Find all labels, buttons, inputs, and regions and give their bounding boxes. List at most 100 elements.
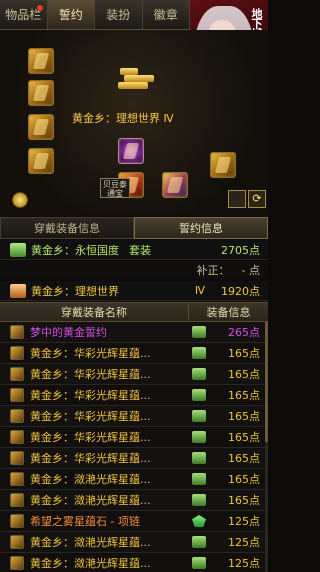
item-name: 黄金乡：潋滟光辉星蕴... — [30, 473, 151, 486]
item-icon — [10, 346, 24, 360]
item-points: 125点 — [228, 557, 260, 570]
item-points: 165点 — [228, 473, 260, 486]
list-item[interactable]: 黄金乡：潋滟光辉星蕴... 125点 — [0, 532, 268, 553]
item-name: 黄金乡：华彩光辉星蕴... — [30, 347, 151, 360]
item-name: 黄金乡：华彩光辉星蕴... — [30, 452, 151, 465]
item-stat-icon — [192, 557, 206, 569]
refresh-button[interactable]: ⟳ — [248, 190, 266, 208]
list-item[interactable]: 梦中的黄金誓约 265点 — [0, 322, 268, 343]
item-name: 黄金乡：潋滟光辉星蕴... — [30, 557, 151, 570]
item-stat-icon — [192, 389, 206, 401]
tab-inventory-label: 物品栏 — [5, 8, 42, 22]
item-stat-icon — [192, 431, 206, 443]
item-stat-icon — [192, 368, 206, 380]
set-name: 黄金乡：永恒国度 — [31, 243, 119, 257]
item-points: 165点 — [228, 368, 260, 381]
item-stat-icon — [192, 515, 206, 527]
item-points: 165点 — [228, 347, 260, 360]
oath-set-title: 黄金乡：理想世界 Ⅳ — [72, 112, 174, 125]
correction-label: 补正： — [196, 264, 230, 277]
item-points: 125点 — [228, 536, 260, 549]
tab-inventory[interactable]: 物品栏 — [0, 0, 48, 29]
scrollbar-thumb[interactable] — [265, 322, 268, 442]
item-icon — [10, 325, 24, 339]
tab-badge[interactable]: 徽章 — [143, 0, 190, 29]
item-stat-icon — [192, 326, 206, 338]
item-points: 165点 — [228, 452, 260, 465]
list-item[interactable]: 黄金乡：华彩光辉星蕴... 165点 — [0, 385, 268, 406]
item-points: 165点 — [228, 494, 260, 507]
item-points: 265点 — [228, 326, 260, 339]
item-stat-icon — [192, 536, 206, 548]
set-orange-icon — [10, 283, 26, 298]
set-name: 黄金乡：理想世界 — [31, 284, 119, 298]
equip-slot-bottom[interactable] — [28, 114, 54, 140]
gold-coin-icon[interactable] — [12, 192, 28, 208]
item-points: 165点 — [228, 389, 260, 402]
info-tabs: 穿戴装备信息 誓约信息 — [0, 217, 268, 239]
oath-equipment-area: 黄金乡：理想世界 Ⅳ 贝豆泰 通宝 ⟳ — [0, 30, 268, 216]
item-icon — [10, 367, 24, 381]
list-item[interactable]: 黄金乡：华彩光辉星蕴... 165点 — [0, 364, 268, 385]
item-stat-icon — [192, 347, 206, 359]
equip-slot-core[interactable] — [118, 138, 144, 164]
list-item[interactable]: 黄金乡：华彩光辉星蕴... 165点 — [0, 343, 268, 364]
item-icon — [10, 409, 24, 423]
item-stat-icon — [192, 494, 206, 506]
tab-oath[interactable]: 誓约 — [47, 0, 95, 29]
correction-row: 补正： - 点 — [0, 261, 268, 279]
title-tag: 贝豆泰 通宝 — [100, 178, 130, 198]
correction-value: - 点 — [241, 264, 260, 277]
item-points: 165点 — [228, 410, 260, 423]
tab-costume-label: 装扮 — [106, 8, 131, 22]
item-points: 165点 — [228, 431, 260, 444]
gold-bars-icon — [118, 68, 154, 92]
item-icon — [10, 514, 24, 528]
list-item[interactable]: 黄金乡：潋滟光辉星蕴... 165点 — [0, 469, 268, 490]
tab-oath-label: 誓约 — [58, 8, 83, 22]
equip-slot-earring[interactable] — [210, 152, 236, 178]
set-points: 2705点 — [221, 243, 260, 257]
set-row-eternal-kingdom: 黄金乡：永恒国度 套装 2705点 — [0, 240, 268, 260]
stat-toggle-button[interactable] — [228, 190, 246, 208]
item-stat-icon — [192, 410, 206, 422]
item-points: 125点 — [228, 515, 260, 528]
equip-slot-belt[interactable] — [28, 148, 54, 174]
list-item[interactable]: 黄金乡：华彩光辉星蕴... 165点 — [0, 448, 268, 469]
item-name: 黄金乡：潋滟光辉星蕴... — [30, 494, 151, 507]
set-green-icon — [10, 242, 26, 257]
item-name: 希望之雾星蕴石 - 项链 — [30, 515, 140, 528]
item-icon — [10, 556, 24, 570]
set-level: Ⅳ — [194, 284, 205, 297]
item-name: 黄金乡：华彩光辉星蕴... — [30, 368, 151, 381]
tab-badge-label: 徽章 — [153, 8, 178, 22]
header-name: 穿戴装备名称 — [61, 306, 127, 319]
list-item[interactable]: 黄金乡：华彩光辉星蕴... 165点 — [0, 427, 268, 448]
list-item[interactable]: 希望之雾星蕴石 - 项链 125点 — [0, 511, 268, 532]
item-stat-icon — [192, 473, 206, 485]
item-stat-icon — [192, 452, 206, 464]
item-icon — [10, 388, 24, 402]
notification-badge — [36, 5, 43, 11]
item-name: 黄金乡：潋滟光辉星蕴... — [30, 536, 151, 549]
equip-slot-shoulder[interactable] — [28, 48, 54, 74]
list-scrollbar[interactable] — [265, 322, 268, 572]
item-icon — [10, 430, 24, 444]
equip-slot-magic-stone[interactable] — [162, 172, 188, 198]
list-item[interactable]: 黄金乡：华彩光辉星蕴... 165点 — [0, 406, 268, 427]
item-name: 黄金乡：华彩光辉星蕴... — [30, 410, 151, 423]
equipment-list-header: 穿戴装备名称 装备信息 — [0, 302, 268, 322]
item-icon — [10, 472, 24, 486]
equip-slot-top[interactable] — [28, 80, 54, 106]
tab-costume[interactable]: 装扮 — [95, 0, 143, 29]
list-item[interactable]: 黄金乡：潋滟光辉星蕴... 165点 — [0, 490, 268, 511]
item-name: 黄金乡：华彩光辉星蕴... — [30, 431, 151, 444]
tab-worn-equipment-info[interactable]: 穿戴装备信息 — [0, 217, 134, 239]
item-name: 梦中的黄金誓约 — [30, 326, 107, 339]
top-tab-bar: 物品栏 誓约 装扮 徽章 — [0, 0, 190, 30]
set-tag: 套装 — [129, 243, 151, 257]
list-item[interactable]: 黄金乡：潋滟光辉星蕴... 125点 — [0, 553, 268, 572]
equipment-list: 梦中的黄金誓约 265点 黄金乡：华彩光辉星蕴... 165点 黄金乡：华彩光辉星蕴..… — [0, 322, 268, 572]
tab-oath-info[interactable]: 誓约信息 — [134, 217, 268, 239]
item-icon — [10, 535, 24, 549]
